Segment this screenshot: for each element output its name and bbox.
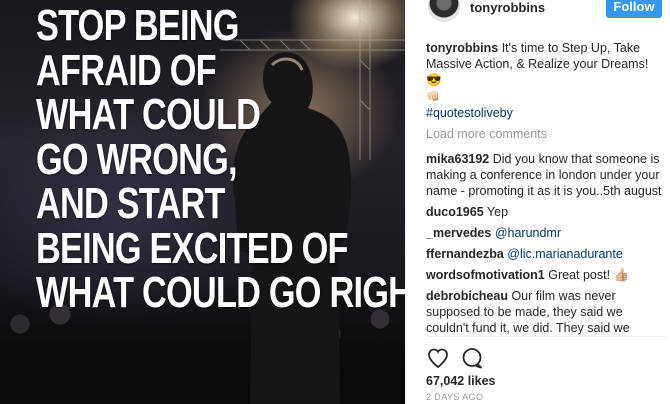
caption: tonyrobbins It's time to Step Up, Take M… (426, 40, 666, 121)
post-timestamp: 2 DAYS AGO (426, 392, 484, 402)
caption-emoji: 👊🏻 (426, 91, 440, 103)
like-count[interactable]: 67,042 likes (426, 374, 496, 388)
divider (426, 336, 666, 337)
comment-username[interactable]: debrobicheau (426, 289, 508, 303)
list-item: wordsofmotivation1 Great post! 👍🏼 (426, 267, 666, 283)
list-item: ffernandezba @lic.marianadurante (426, 246, 666, 262)
list-item: mika63192 Did you know that someone is m… (426, 151, 666, 199)
post-side-panel: tonyrobbins Follow tonyrobbins It's time… (405, 0, 670, 404)
comment-username[interactable]: wordsofmotivation1 (426, 268, 545, 282)
quote-line: GO WRONG, (36, 134, 238, 184)
caption-hashtag[interactable]: #quotestoliveby (426, 106, 513, 120)
comment-mention[interactable]: @harundmr (495, 226, 561, 240)
post-photo[interactable]: STOP BEING AFRAID OF WHAT COULD GO WRONG… (0, 0, 405, 404)
quote-line: AND START (36, 179, 225, 228)
comment-text: Great post! 👍🏼 (548, 268, 630, 282)
heart-icon[interactable] (426, 346, 450, 370)
quote-line: WHAT COULD GO RIGHT. (36, 268, 405, 317)
list-item: debrobicheau Our film was never supposed… (426, 288, 666, 336)
quote-overlay: STOP BEING AFRAID OF WHAT COULD GO WRONG… (36, 1, 405, 317)
avatar[interactable] (428, 0, 460, 22)
comment-mention[interactable]: @lic.marianadurante (507, 247, 623, 261)
follow-button[interactable]: Follow (606, 0, 662, 18)
comment-bubble-icon[interactable] (460, 346, 484, 370)
comments-list: tonyrobbins It's time to Step Up, Take M… (426, 40, 666, 341)
header-username[interactable]: tonyrobbins (470, 0, 545, 15)
comment-username[interactable]: _mervedes (426, 226, 491, 240)
post-header: tonyrobbins Follow (406, 0, 670, 30)
list-item: duco1965 Yep (426, 204, 666, 220)
quote-line: WHAT COULD (36, 90, 261, 139)
post-actions (426, 346, 666, 372)
quote-line: STOP BEING (36, 1, 239, 50)
comment-username[interactable]: ffernandezba (426, 247, 504, 261)
quote-line: AFRAID OF (36, 45, 217, 95)
comment-username[interactable]: mika63192 (426, 152, 489, 166)
list-item: _mervedes @harundmr (426, 225, 666, 241)
load-more-comments-link[interactable]: Load more comments (426, 126, 666, 142)
quote-line: BEING EXCITED OF (36, 223, 348, 273)
comment-username[interactable]: duco1965 (426, 205, 484, 219)
caption-username[interactable]: tonyrobbins (426, 41, 498, 55)
comment-text: Yep (486, 205, 509, 219)
